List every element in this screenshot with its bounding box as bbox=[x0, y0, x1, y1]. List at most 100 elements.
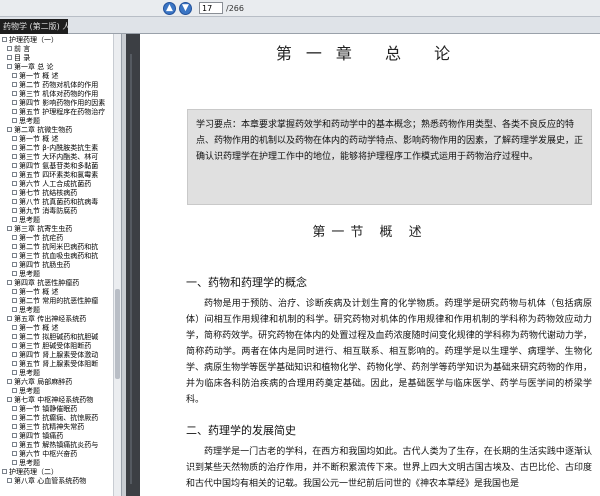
page-number-input[interactable] bbox=[199, 2, 223, 14]
bookmark-item[interactable]: 第二章 抗微生物药 bbox=[0, 126, 114, 135]
bookmark-item[interactable]: 护理药理（二） bbox=[0, 468, 114, 477]
bookmark-label: 第七节 抗结核病药 bbox=[19, 189, 78, 197]
bookmark-item[interactable]: 第四节 影响药物作用的因素 bbox=[0, 99, 114, 108]
bookmark-item[interactable]: 第五节 护理程序在药物治疗 bbox=[0, 108, 114, 117]
bookmark-icon bbox=[7, 46, 12, 51]
bookmark-item[interactable]: 第三节 胆碱受体阻断药 bbox=[0, 342, 114, 351]
bookmark-item[interactable]: 第三章 抗寄生虫药 bbox=[0, 225, 114, 234]
bookmark-icon bbox=[2, 37, 7, 42]
document-tab[interactable]: 药物学 (第二版) 人民卫生 × bbox=[0, 19, 68, 34]
bookmark-label: 第三节 机体对药物的作用 bbox=[19, 90, 99, 98]
bookmark-label: 第四节 影响药物作用的因素 bbox=[19, 99, 106, 107]
bookmark-item[interactable]: 第五节 解热镇痛抗炎药与 bbox=[0, 441, 114, 450]
previous-page-button[interactable]: ▲ bbox=[163, 1, 176, 15]
splitter-handle[interactable] bbox=[130, 54, 132, 484]
bookmark-item[interactable]: 第二节 药物对机体的作用 bbox=[0, 81, 114, 90]
bookmark-item[interactable]: 第一节 抗疟药 bbox=[0, 234, 114, 243]
bookmark-item[interactable]: 第八章 心血管系统药物 bbox=[0, 477, 114, 486]
bookmark-icon bbox=[12, 244, 17, 249]
bookmark-label: 第五节 解热镇痛抗炎药与 bbox=[19, 441, 99, 449]
bookmark-icon bbox=[7, 55, 12, 60]
bookmark-item[interactable]: 第七章 中枢神经系统药物 bbox=[0, 396, 114, 405]
bookmark-item[interactable]: 第四节 镇痛药 bbox=[0, 432, 114, 441]
bookmark-item[interactable]: 第四节 肾上腺素受体激动 bbox=[0, 351, 114, 360]
bookmark-item[interactable]: 第一章 总 论 bbox=[0, 63, 114, 72]
bookmark-item[interactable]: 第三节 抗精神失常药 bbox=[0, 423, 114, 432]
bookmark-icon bbox=[12, 109, 17, 114]
bookmark-icon bbox=[12, 388, 17, 393]
bookmark-icon bbox=[7, 316, 12, 321]
bookmark-item[interactable]: 第六章 局部麻醉药 bbox=[0, 378, 114, 387]
bookmark-icon bbox=[12, 100, 17, 105]
bookmark-item[interactable]: 第四节 氨基苷类和多黏菌 bbox=[0, 162, 114, 171]
bookmark-icon bbox=[12, 460, 17, 465]
panel-splitter[interactable] bbox=[122, 34, 140, 496]
bookmark-item[interactable]: 第二节 常用的抗恶性肿瘤 bbox=[0, 297, 114, 306]
bookmark-label: 思考题 bbox=[19, 369, 40, 377]
bookmark-icon bbox=[7, 64, 12, 69]
bookmark-icon bbox=[12, 181, 17, 186]
bookmark-icon bbox=[12, 442, 17, 447]
bookmark-icon bbox=[7, 127, 12, 132]
bookmark-item[interactable]: 护理药理（一） bbox=[0, 36, 114, 45]
bookmark-label: 第六章 局部麻醉药 bbox=[14, 378, 73, 386]
bookmark-label: 第三节 胆碱受体阻断药 bbox=[19, 342, 92, 350]
bookmark-item[interactable]: 第四节 抗肠虫药 bbox=[0, 261, 114, 270]
bookmark-label: 前 言 bbox=[14, 45, 31, 53]
bookmark-label: 第四节 肾上腺素受体激动 bbox=[19, 351, 99, 359]
bookmark-item[interactable]: 第二节 β-内酰胺类抗生素 bbox=[0, 144, 114, 153]
bookmark-label: 第五节 四环素类和氯霉素 bbox=[19, 171, 99, 179]
bookmark-icon bbox=[12, 262, 17, 267]
bookmark-item[interactable]: 思考题 bbox=[0, 387, 114, 396]
bookmark-item[interactable]: 第五节 肾上腺素受体阻断 bbox=[0, 360, 114, 369]
bookmark-icon bbox=[12, 352, 17, 357]
bookmark-item[interactable]: 思考题 bbox=[0, 459, 114, 468]
sidebar-scrollbar[interactable] bbox=[113, 34, 121, 496]
bookmark-item[interactable]: 第八节 抗真菌药和抗病毒 bbox=[0, 198, 114, 207]
bookmark-item[interactable]: 第一节 概 述 bbox=[0, 324, 114, 333]
bookmark-item[interactable]: 目 录 bbox=[0, 54, 114, 63]
bookmark-label: 第五节 肾上腺素受体阻断 bbox=[19, 360, 99, 368]
bookmark-item[interactable]: 第一节 镇静催眠药 bbox=[0, 405, 114, 414]
key-points-text: 学习要点：本章要求掌握药效学和药动学中的基本概念；熟悉药物作用类型、各类不良反应… bbox=[196, 120, 584, 162]
bookmark-item[interactable]: 第三节 机体对药物的作用 bbox=[0, 90, 114, 99]
bookmark-item[interactable]: 思考题 bbox=[0, 270, 114, 279]
bookmark-label: 第三章 抗寄生虫药 bbox=[14, 225, 73, 233]
bookmark-item[interactable]: 前 言 bbox=[0, 45, 114, 54]
bookmark-item[interactable]: 第一节 概 述 bbox=[0, 135, 114, 144]
bookmark-label: 第八节 抗真菌药和抗病毒 bbox=[19, 198, 99, 206]
tab-strip: 药物学 (第二版) 人民卫生 × bbox=[0, 17, 600, 34]
bookmark-item[interactable]: 第二节 抗阿米巴病药和抗 bbox=[0, 243, 114, 252]
bookmark-label: 第六节 人工合成抗菌药 bbox=[19, 180, 92, 188]
bookmark-item[interactable]: 第三节 大环内酯类、林可 bbox=[0, 153, 114, 162]
sidebar-scrollbar-thumb[interactable] bbox=[115, 289, 120, 379]
bookmark-item[interactable]: 思考题 bbox=[0, 216, 114, 225]
bookmark-item[interactable]: 第六节 人工合成抗菌药 bbox=[0, 180, 114, 189]
bookmark-label: 第七章 中枢神经系统药物 bbox=[14, 396, 94, 404]
bookmark-item[interactable]: 第二节 抗癫痫、抗惊厥药 bbox=[0, 414, 114, 423]
bookmark-item[interactable]: 思考题 bbox=[0, 117, 114, 126]
bookmark-label: 第二节 拟胆碱药和抗胆碱 bbox=[19, 333, 99, 341]
bookmark-label: 第三节 抗精神失常药 bbox=[19, 423, 85, 431]
bookmark-item[interactable]: 第四章 抗恶性肿瘤药 bbox=[0, 279, 114, 288]
bookmark-item[interactable]: 第五节 四环素类和氯霉素 bbox=[0, 171, 114, 180]
bookmark-item[interactable]: 第一节 概 述 bbox=[0, 72, 114, 81]
bookmark-item[interactable]: 第七节 抗结核病药 bbox=[0, 189, 114, 198]
bookmark-item[interactable]: 第五章 传出神经系统药 bbox=[0, 315, 114, 324]
bookmark-item[interactable]: 第九节 消毒防腐药 bbox=[0, 207, 114, 216]
bookmark-label: 第四章 抗恶性肿瘤药 bbox=[14, 279, 80, 287]
bookmark-item[interactable]: 思考题 bbox=[0, 369, 114, 378]
bookmark-label: 第二节 抗癫痫、抗惊厥药 bbox=[19, 414, 99, 422]
bookmark-icon bbox=[12, 289, 17, 294]
bookmark-item[interactable]: 第三节 抗血吸虫病药和抗 bbox=[0, 252, 114, 261]
bookmark-label: 第一节 镇静催眠药 bbox=[19, 405, 78, 413]
next-page-button[interactable]: ▼ bbox=[179, 1, 192, 15]
subheading-concepts: 一、药物和药理学的概念 bbox=[186, 276, 307, 289]
bookmark-item[interactable]: 第六节 中枢兴奋药 bbox=[0, 450, 114, 459]
bookmark-item[interactable]: 第二节 拟胆碱药和抗胆碱 bbox=[0, 333, 114, 342]
key-points-box: 学习要点：本章要求掌握药效学和药动学中的基本概念；熟悉药物作用类型、各类不良反应… bbox=[187, 109, 592, 205]
bookmark-item[interactable]: 第一节 概 述 bbox=[0, 288, 114, 297]
splitter-edge bbox=[122, 34, 126, 496]
document-page: 第一章 总 论 学习要点：本章要求掌握药效学和药动学中的基本概念；熟悉药物作用类… bbox=[140, 34, 600, 496]
bookmark-item[interactable]: 思考题 bbox=[0, 306, 114, 315]
